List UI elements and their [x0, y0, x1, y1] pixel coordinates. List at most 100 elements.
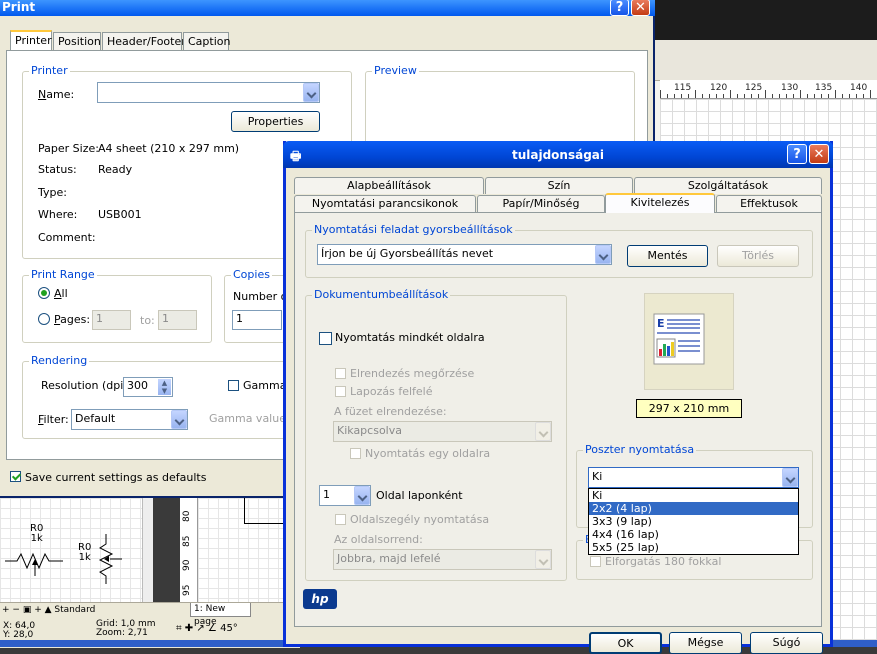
- booklet-select[interactable]: Kikapcsolva: [333, 421, 552, 442]
- all-label: All: [54, 287, 68, 300]
- tab-nyomtatasi-parancsikonok[interactable]: Nyomtatási parancsikonok: [294, 195, 476, 212]
- page-tab[interactable]: 1: New page: [190, 603, 251, 627]
- tab-printer[interactable]: Printer: [10, 30, 52, 51]
- background-title-area: [655, 0, 877, 40]
- tab-caption[interactable]: Caption: [183, 32, 230, 50]
- help-icon[interactable]: ?: [787, 144, 807, 164]
- tab-header-footer[interactable]: Header/Footer: [102, 32, 186, 50]
- print-dialog-title: Print: [0, 0, 655, 16]
- help-button[interactable]: Súgó: [750, 632, 823, 654]
- preserve-layout-checkbox[interactable]: [335, 368, 346, 379]
- close-icon[interactable]: ✕: [809, 144, 829, 164]
- all-radio[interactable]: [38, 287, 50, 299]
- ruler-tick: [821, 94, 822, 98]
- save-quickset-button[interactable]: Mentés: [627, 245, 708, 267]
- page-borders-label: Oldalszegély nyomtatása: [350, 513, 490, 526]
- vruler-label: 95: [182, 584, 192, 596]
- gamma-value-label: Gamma value: [209, 412, 286, 425]
- poster-dropdown-list[interactable]: Ki 2x2 (4 lap) 3x3 (9 lap) 4x4 (16 lap) …: [588, 488, 799, 555]
- ruler-tick: [814, 94, 815, 98]
- tab-szin[interactable]: Szín: [485, 177, 633, 194]
- ruler-tick: [681, 94, 682, 98]
- vertical-ruler: 80 85 90 95: [180, 498, 198, 602]
- vruler-label: 80: [182, 510, 192, 522]
- ruler-label: 130: [781, 83, 799, 93]
- list-item[interactable]: 4x4 (16 lap): [589, 528, 798, 541]
- vruler-label: 90: [182, 559, 192, 571]
- library-scrollbar[interactable]: [142, 498, 153, 602]
- ruler-tick: [702, 94, 703, 98]
- poster-select[interactable]: Ki: [588, 467, 799, 488]
- tab-kivitelezes[interactable]: Kivitelezés: [605, 193, 715, 213]
- properties-button[interactable]: Properties: [231, 111, 320, 132]
- ruler-tick: [674, 94, 675, 98]
- copies-title: Copies: [231, 268, 272, 281]
- pages-to-input[interactable]: 1: [158, 310, 197, 330]
- printer-name-select[interactable]: [97, 82, 320, 103]
- tab-papir-minoseg[interactable]: Papír/Minőség: [477, 195, 605, 212]
- tab-effektusok[interactable]: Effektusok: [716, 195, 822, 212]
- preserve-layout-label: Elrendezés megőrzése: [350, 367, 475, 380]
- save-defaults-checkbox[interactable]: [10, 471, 21, 482]
- page-order-select[interactable]: Jobbra, majd lefelé: [333, 549, 552, 570]
- printer-group-title: Printer: [29, 64, 70, 77]
- tab-szolgaltatasok[interactable]: Szolgáltatások: [634, 177, 822, 194]
- close-icon[interactable]: ✕: [631, 0, 650, 16]
- copies-input[interactable]: 1: [232, 310, 282, 330]
- resistor-symbol-icon: [5, 552, 63, 576]
- style-toolbar: + − ▣ + ▲ Standard: [2, 605, 96, 615]
- type-label: Type:: [38, 186, 67, 199]
- flip-pages-checkbox[interactable]: [335, 386, 346, 397]
- chevron-down-icon: [303, 83, 319, 102]
- duplex-checkbox[interactable]: [319, 332, 332, 345]
- quickset-select[interactable]: Írjon be új Gyorsbeállítás nevet: [317, 244, 612, 265]
- page-borders-checkbox[interactable]: [335, 514, 346, 525]
- duplex-label: Nyomtatás mindkét oldalra: [335, 331, 485, 344]
- ruler-label: 135: [815, 83, 833, 93]
- rotate-checkbox[interactable]: [590, 556, 601, 567]
- pages-radio[interactable]: [38, 313, 50, 325]
- ruler-tick: [863, 94, 864, 98]
- booklet-label: A füzet elrendezése:: [334, 405, 447, 418]
- potentiometer-symbol-icon: [98, 534, 122, 584]
- spinner-arrows-icon[interactable]: ▲ ▼: [158, 379, 171, 395]
- list-item-selected[interactable]: 2x2 (4 lap): [589, 502, 798, 515]
- list-item[interactable]: 5x5 (25 lap): [589, 541, 798, 554]
- print-one-side-checkbox[interactable]: [350, 448, 361, 459]
- status-label: Status:: [38, 163, 77, 176]
- ruler-tick: [828, 94, 829, 98]
- rotate-label: Elforgatás 180 fokkal: [605, 555, 722, 568]
- pages-per-sheet-label: Oldal laponként: [376, 489, 463, 502]
- ok-button[interactable]: OK: [589, 632, 662, 654]
- resistor-label-1: R0 1k: [30, 523, 44, 544]
- ruler-tick: [730, 90, 731, 98]
- pages-per-sheet-select[interactable]: 1: [319, 485, 371, 506]
- component-library-panel[interactable]: R0 1k R0 1k: [0, 498, 153, 602]
- cancel-button[interactable]: Mégse: [669, 632, 742, 654]
- ruler-tick: [793, 94, 794, 98]
- delete-quickset-button[interactable]: Törlés: [717, 245, 799, 267]
- pages-from-input[interactable]: 1: [92, 310, 131, 330]
- list-item[interactable]: Ki: [589, 489, 798, 502]
- ruler-tick: [870, 90, 871, 98]
- ruler-tick: [849, 94, 850, 98]
- rendering-title: Rendering: [29, 354, 90, 367]
- svg-text:E: E: [657, 317, 665, 330]
- hp-logo: hp: [303, 589, 337, 609]
- help-icon[interactable]: ?: [610, 0, 629, 16]
- document-options-title: Dokumentumbeállítások: [312, 288, 451, 301]
- gamma-checkbox[interactable]: [228, 380, 239, 391]
- tab-alapbeallitasok[interactable]: Alapbeállítások: [294, 177, 484, 194]
- filter-select[interactable]: Default: [71, 409, 188, 430]
- resolution-spinner[interactable]: 300 ▲ ▼: [123, 377, 173, 397]
- ruler-tick: [765, 90, 766, 98]
- resistor-label-2: R0 1k: [78, 542, 92, 563]
- tab-position[interactable]: Position: [53, 32, 101, 50]
- ruler-tick: [744, 94, 745, 98]
- list-item[interactable]: 3x3 (9 lap): [589, 515, 798, 528]
- ruler-tick: [667, 94, 668, 98]
- ruler-tick: [723, 94, 724, 98]
- ruler-tick: [688, 94, 689, 98]
- to-label: to:: [140, 314, 155, 327]
- background-toolbar: [655, 40, 877, 81]
